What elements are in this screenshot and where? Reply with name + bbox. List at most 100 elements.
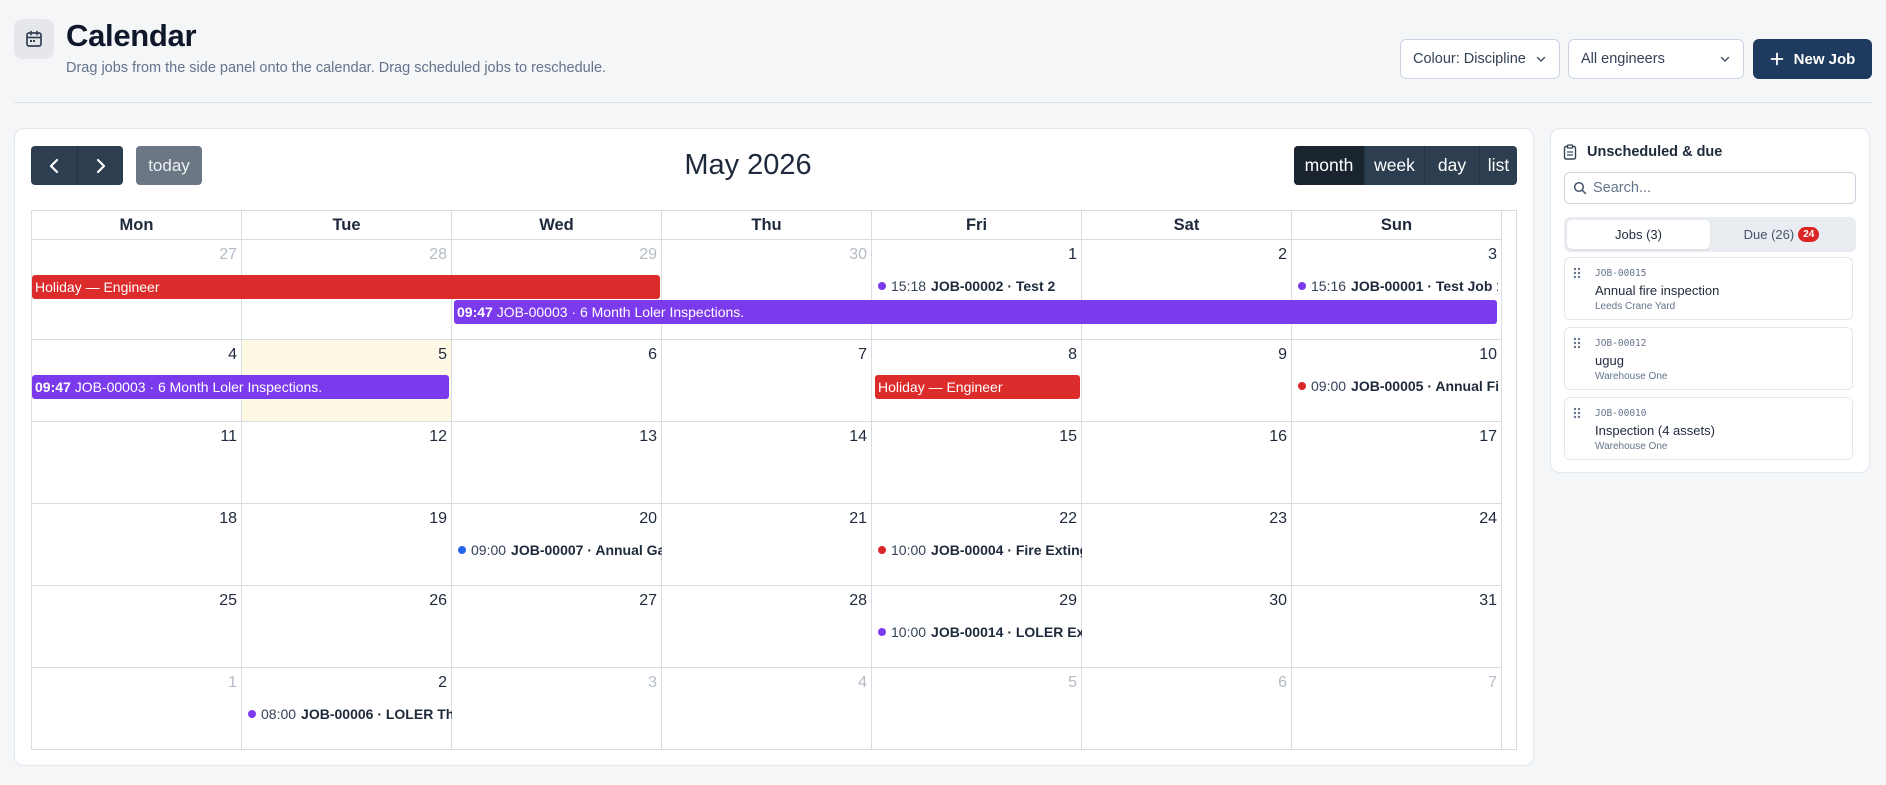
job-id: JOB-00015: [1595, 268, 1647, 279]
day-cell[interactable]: 23: [1082, 504, 1292, 586]
job-title: Annual fire inspection: [1595, 283, 1720, 298]
day-cell[interactable]: 6: [452, 340, 662, 422]
day-cell[interactable]: 4: [662, 668, 872, 750]
event-dot: [1298, 382, 1306, 390]
day-cell[interactable]: 9: [1082, 340, 1292, 422]
day-number: 6: [648, 346, 657, 363]
day-cell[interactable]: 15: [872, 422, 1082, 504]
event-dot: [878, 282, 886, 290]
view-month-button[interactable]: month: [1294, 146, 1364, 185]
day-cell[interactable]: 19: [242, 504, 452, 586]
drag-handle-icon[interactable]: [1573, 407, 1581, 421]
day-cell[interactable]: 30: [1082, 586, 1292, 668]
engineer-select[interactable]: All engineers: [1568, 39, 1744, 79]
day-number: 6: [1278, 674, 1287, 691]
day-cell[interactable]: 16: [1082, 422, 1292, 504]
next-month-button[interactable]: [77, 146, 123, 185]
tab-due-label: Due (26): [1743, 227, 1795, 242]
day-cell[interactable]: 6: [1082, 668, 1292, 750]
day-number: 21: [849, 510, 867, 527]
day-cell[interactable]: 13: [452, 422, 662, 504]
job-location: Warehouse One: [1595, 371, 1668, 382]
today-button[interactable]: today: [136, 146, 202, 185]
drag-handle-icon[interactable]: [1573, 337, 1581, 351]
unscheduled-job-card[interactable]: JOB-00012 ugug Warehouse One: [1564, 327, 1853, 390]
day-cell[interactable]: 11: [32, 422, 242, 504]
day-number: 31: [1479, 592, 1497, 609]
day-cell[interactable]: 21: [662, 504, 872, 586]
chevron-down-icon: [1536, 56, 1546, 63]
loler-inspection-event[interactable]: 09:47 JOB-00003 · 6 Month Loler Inspecti…: [32, 375, 449, 399]
day-cell[interactable]: 14: [662, 422, 872, 504]
event-time: 15:18: [891, 278, 927, 294]
page-header: Calendar Drag jobs from the side panel o…: [14, 16, 1872, 86]
event-time: 10:00: [891, 624, 927, 640]
day-number: 24: [1479, 510, 1497, 527]
day-number: 1: [228, 674, 237, 691]
weekday-header: Fri: [872, 211, 1082, 240]
day-number: 29: [639, 246, 657, 263]
job-event[interactable]: 10:00 JOB-00004 · Fire Extinguisher Serv…: [878, 539, 1082, 561]
drag-handle-icon[interactable]: [1573, 267, 1581, 281]
day-number: 30: [1269, 592, 1287, 609]
panel-search: [1564, 172, 1856, 204]
colour-select-value: Colour: Discipline: [1413, 51, 1526, 67]
day-cell[interactable]: 24: [1292, 504, 1502, 586]
prev-month-button[interactable]: [31, 146, 77, 185]
panel-header: Unscheduled & due: [1563, 140, 1722, 164]
event-label: Holiday — Engineer: [35, 279, 160, 295]
event-time: 15:16: [1311, 278, 1347, 294]
event-title: JOB-00007 · Annual Gas Safety: [511, 542, 662, 558]
job-event[interactable]: 09:00 JOB-00005 · Annual Fire Safety: [1298, 375, 1498, 397]
new-job-label: New Job: [1793, 50, 1856, 68]
job-event[interactable]: 15:16 JOB-00001 · Test Job 1: [1298, 275, 1498, 297]
holiday-event[interactable]: Holiday — Engineer: [32, 275, 660, 299]
day-cell[interactable]: 7: [1292, 668, 1502, 750]
day-cell[interactable]: 27: [452, 586, 662, 668]
view-week-button[interactable]: week: [1364, 146, 1424, 185]
holiday-event[interactable]: Holiday — Engineer: [875, 375, 1080, 399]
search-input[interactable]: [1593, 180, 1843, 196]
event-dot: [458, 546, 466, 554]
day-cell[interactable]: 7: [662, 340, 872, 422]
day-number: 23: [1269, 510, 1287, 527]
loler-inspection-event[interactable]: 09:47 JOB-00003 · 6 Month Loler Inspecti…: [454, 300, 1497, 324]
day-number: 19: [429, 510, 447, 527]
day-cell[interactable]: 18: [32, 504, 242, 586]
day-cell[interactable]: 26: [242, 586, 452, 668]
page-title: Calendar: [66, 18, 197, 53]
day-cell[interactable]: 17: [1292, 422, 1502, 504]
day-cell[interactable]: 12: [242, 422, 452, 504]
event-title: JOB-00001 · Test Job 1: [1351, 278, 1498, 294]
day-number: 8: [1068, 346, 1077, 363]
day-number: 10: [1479, 346, 1497, 363]
job-event[interactable]: 10:00 JOB-00014 · LOLER Examination: [878, 621, 1082, 643]
colour-select[interactable]: Colour: Discipline: [1400, 39, 1560, 79]
event-dot: [1298, 282, 1306, 290]
day-cell[interactable]: 1: [32, 668, 242, 750]
day-number: 11: [220, 428, 237, 445]
day-cell[interactable]: 5: [872, 668, 1082, 750]
job-event[interactable]: 08:00 JOB-00006 · LOLER Thorough Examina…: [248, 703, 452, 725]
day-cell[interactable]: 25: [32, 586, 242, 668]
job-event[interactable]: 09:00 JOB-00007 · Annual Gas Safety: [458, 539, 662, 561]
event-label: JOB-00003 · 6 Month Loler Inspections.: [496, 304, 745, 320]
unscheduled-job-card[interactable]: JOB-00010 Inspection (4 assets) Warehous…: [1564, 397, 1853, 460]
unscheduled-job-card[interactable]: JOB-00015 Annual fire inspection Leeds C…: [1564, 257, 1853, 320]
day-cell[interactable]: 31: [1292, 586, 1502, 668]
event-title: JOB-00004 · Fire Extinguisher Service: [931, 542, 1082, 558]
view-day-button[interactable]: day: [1424, 146, 1479, 185]
day-cell[interactable]: 28: [662, 586, 872, 668]
event-time: 09:00: [1311, 378, 1347, 394]
tab-jobs[interactable]: Jobs (3): [1567, 220, 1710, 249]
weekday-header: Mon: [32, 211, 242, 240]
day-number: 5: [438, 346, 447, 363]
day-number: 29: [1059, 592, 1077, 609]
day-cell[interactable]: 3: [452, 668, 662, 750]
new-job-button[interactable]: New Job: [1753, 39, 1872, 79]
view-list-button[interactable]: list: [1479, 146, 1517, 185]
tab-due[interactable]: Due (26) 24: [1710, 220, 1853, 249]
day-cell[interactable]: 30: [662, 240, 872, 340]
job-event[interactable]: 15:18 JOB-00002 · Test 2: [878, 275, 1108, 297]
day-cell[interactable]: 2: [1082, 240, 1292, 340]
